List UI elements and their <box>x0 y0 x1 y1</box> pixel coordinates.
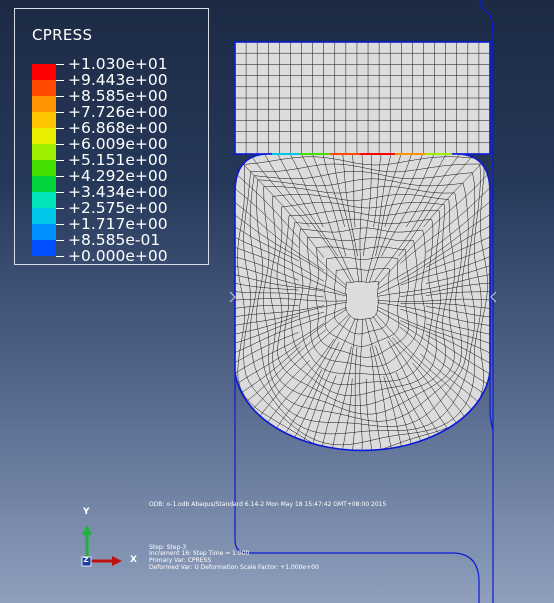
legend-tick <box>56 192 64 193</box>
legend-swatch <box>32 224 56 240</box>
legend-swatch <box>32 192 56 208</box>
legend-label: +7.726e+00 <box>68 103 168 121</box>
legend-label: +8.585e+00 <box>68 87 168 105</box>
legend-swatch <box>32 80 56 96</box>
legend-swatch <box>32 176 56 192</box>
legend-label: +8.585e-01 <box>68 231 161 249</box>
legend-swatch <box>32 64 56 80</box>
coordinate-triad: Y X Z <box>74 505 144 575</box>
legend-tick <box>56 80 64 81</box>
legend-tick <box>56 208 64 209</box>
legend-swatch <box>32 144 56 160</box>
legend-tick <box>56 144 64 145</box>
legend-title: CPRESS <box>32 26 93 44</box>
y-axis-arrow <box>82 525 92 557</box>
legend-label: +2.575e+00 <box>68 199 168 217</box>
legend-tick <box>56 240 64 241</box>
legend-label: +9.443e+00 <box>68 71 168 89</box>
legend-swatch <box>32 112 56 128</box>
model-viewport[interactable]: CPRESS +1.030e+01 +9.443e+00 +8.585e+00 +7.… <box>0 0 554 603</box>
legend-label: +4.292e+00 <box>68 167 168 185</box>
legend-label: +1.030e+01 <box>68 55 168 73</box>
legend-tick <box>56 112 64 113</box>
contour-legend: CPRESS +1.030e+01 +9.443e+00 +8.585e+00 +7.… <box>14 8 209 265</box>
triad-y-label: Y <box>83 507 90 517</box>
legend-label: +6.868e+00 <box>68 119 168 137</box>
legend-tick <box>56 160 64 161</box>
legend-tick <box>56 176 64 177</box>
legend-tick <box>56 256 64 257</box>
primary-var-info: Primary Var: CPRESS <box>149 557 212 564</box>
upper-block <box>234 41 491 155</box>
lower-body <box>234 153 491 452</box>
legend-label: +3.434e+00 <box>68 183 168 201</box>
legend-label: +5.151e+00 <box>68 151 168 169</box>
x-axis-arrow <box>91 556 122 566</box>
deformed-var-info: Deformed Var: U Deformation Scale Factor… <box>149 564 319 571</box>
legend-tick <box>56 96 64 97</box>
triad-z-label: Z <box>83 556 89 564</box>
increment-info: Increment 16: Step Time = 1.000 <box>149 550 250 557</box>
legend-tick <box>56 64 64 65</box>
legend-swatch <box>32 208 56 224</box>
legend-swatch <box>32 96 56 112</box>
legend-label: +6.009e+00 <box>68 135 168 153</box>
legend-swatch <box>32 240 56 256</box>
legend-swatch <box>32 128 56 144</box>
legend-swatch <box>32 160 56 176</box>
triad-x-label: X <box>130 555 137 565</box>
legend-label: +0.000e+00 <box>68 247 168 265</box>
legend-tick <box>56 224 64 225</box>
odb-info: ODB: o-1.odb Abaqus/Standard 6.14-2 Mon … <box>149 501 387 508</box>
legend-label: +1.717e+00 <box>68 215 168 233</box>
legend-tick <box>56 128 64 129</box>
